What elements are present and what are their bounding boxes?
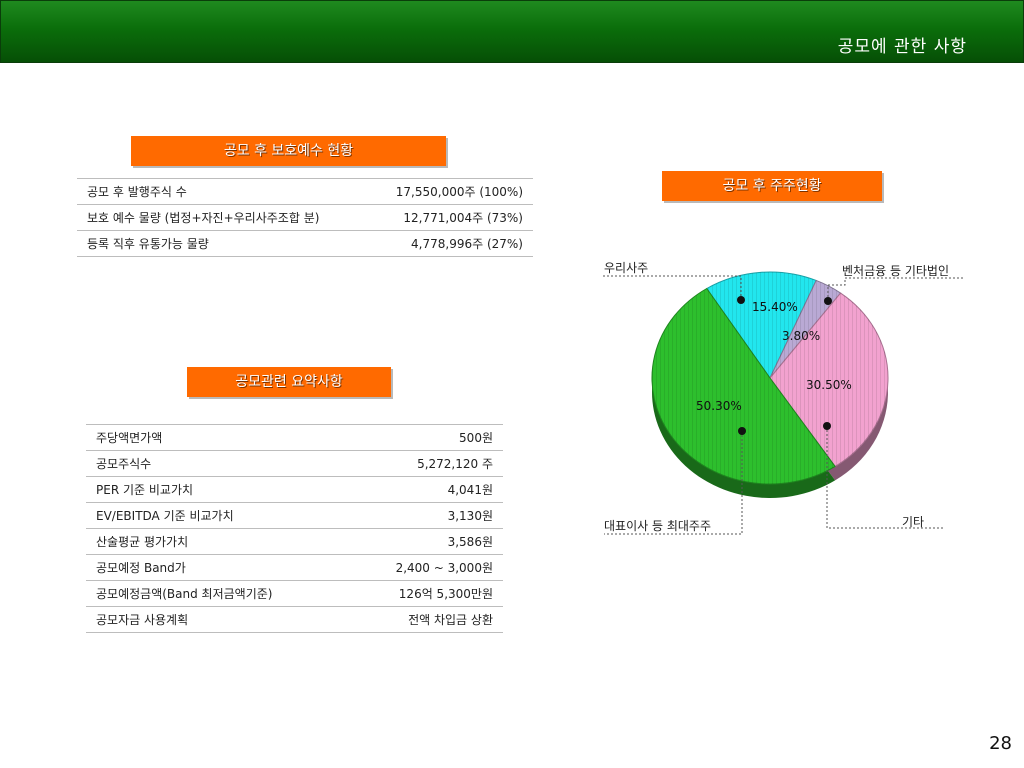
label-venture-capital: 벤처금융 등 기타법인 bbox=[842, 264, 949, 278]
slice-pct-other: 30.50% bbox=[806, 378, 852, 392]
slice-pct-venture: 3.80% bbox=[782, 329, 821, 343]
shareholder-pie-chart bbox=[602, 271, 963, 535]
slice-pct-major: 50.30% bbox=[696, 399, 742, 413]
slice-pct-uri: 15.40% bbox=[752, 300, 798, 314]
label-employee-stock: 우리사주 bbox=[604, 261, 649, 275]
leader-dot bbox=[823, 422, 831, 430]
leader-dot bbox=[824, 297, 832, 305]
leader-dot bbox=[738, 427, 746, 435]
label-others: 기타 bbox=[902, 515, 925, 529]
label-largest-shareholder: 대표이사 등 최대주주 bbox=[604, 519, 711, 533]
page-number: 28 bbox=[989, 733, 1012, 754]
leader-line bbox=[827, 277, 963, 301]
leader-dot bbox=[737, 296, 745, 304]
